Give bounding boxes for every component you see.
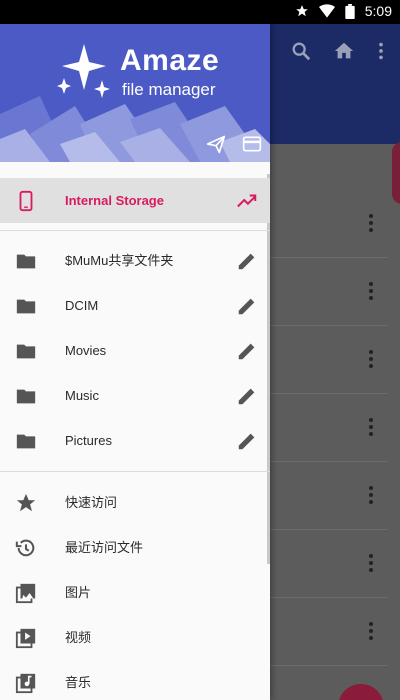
home-icon[interactable] [333, 40, 355, 62]
drawer-item-music[interactable]: 音乐 [0, 660, 270, 700]
background-row [270, 598, 388, 666]
background-row [270, 462, 388, 530]
drawer-item-recent[interactable]: 最近访问文件 [0, 525, 270, 570]
row-menu-icon[interactable] [368, 212, 374, 234]
search-icon[interactable] [290, 40, 312, 62]
drawer-item-folder[interactable]: $MuMu共享文件夹 [0, 238, 270, 283]
star-icon [16, 493, 36, 512]
folder-icon [16, 344, 36, 359]
send-icon[interactable] [206, 134, 226, 154]
edit-icon[interactable] [236, 340, 258, 362]
edit-icon[interactable] [236, 250, 258, 272]
folder-icon [16, 434, 36, 449]
background-row [270, 326, 388, 394]
drawer-item-images[interactable]: 图片 [0, 570, 270, 615]
phone-icon [19, 190, 33, 212]
drawer-item-folder[interactable]: Movies [0, 328, 270, 373]
drawer-item-label: DCIM [65, 298, 99, 313]
drawer-item-label: Movies [65, 343, 107, 358]
drawer-item-label: 最近访问文件 [65, 540, 144, 555]
drawer-item-quick-access[interactable]: 快速访问 [0, 480, 270, 525]
background-row [270, 530, 388, 598]
app-name: Amaze [120, 44, 220, 77]
battery-icon [345, 3, 355, 19]
drawer-item-label: 图片 [65, 585, 92, 600]
row-menu-icon[interactable] [368, 416, 374, 438]
background-row [270, 258, 388, 326]
app-logo [57, 44, 110, 98]
more-vert-icon[interactable] [370, 40, 392, 62]
card-icon[interactable] [242, 134, 262, 154]
drawer-item-label: Internal Storage [65, 193, 164, 208]
divider [0, 471, 270, 472]
status-bar: 5:09 [0, 0, 400, 24]
drawer-item-videos[interactable]: 视频 [0, 615, 270, 660]
star-status-icon [295, 5, 308, 17]
row-menu-icon[interactable] [368, 620, 374, 642]
drawer-item-folder[interactable]: DCIM [0, 283, 270, 328]
drawer-item-label: 视频 [65, 630, 92, 645]
history-icon [15, 539, 35, 557]
image-icon [15, 583, 36, 604]
status-icons: 5:09 [295, 3, 392, 19]
fab-edge [392, 142, 400, 204]
background-row [270, 190, 388, 258]
drawer-item-label: Pictures [65, 433, 112, 448]
music-icon [15, 673, 36, 694]
divider [0, 230, 270, 231]
edit-icon[interactable] [236, 430, 258, 452]
app-subtitle: file manager [122, 80, 216, 99]
folder-icon [16, 299, 36, 314]
drawer-item-label: 快速访问 [65, 495, 118, 510]
background-row [270, 394, 388, 462]
row-menu-icon[interactable] [368, 280, 374, 302]
status-time: 5:09 [364, 3, 392, 19]
drawer-item-label: 音乐 [65, 675, 92, 690]
row-menu-icon[interactable] [368, 484, 374, 506]
drawer-item-internal-storage[interactable]: Internal Storage [0, 178, 270, 223]
folder-icon [16, 389, 36, 404]
edit-icon[interactable] [236, 295, 258, 317]
video-icon [15, 628, 36, 649]
row-menu-icon[interactable] [368, 348, 374, 370]
drawer-item-label: $MuMu共享文件夹 [65, 253, 174, 268]
drawer-item-label: Music [65, 388, 99, 403]
drawer-header: Amaze file manager [0, 24, 270, 162]
folder-icon [16, 254, 36, 269]
drawer-item-folder[interactable]: Music [0, 373, 270, 418]
wifi-icon [318, 4, 335, 18]
trending-up-icon[interactable] [236, 190, 258, 212]
edit-icon[interactable] [236, 385, 258, 407]
drawer-item-folder[interactable]: Pictures [0, 418, 270, 463]
navigation-drawer: Amaze file manager Internal Storage $MuM… [0, 24, 270, 700]
row-menu-icon[interactable] [368, 552, 374, 574]
